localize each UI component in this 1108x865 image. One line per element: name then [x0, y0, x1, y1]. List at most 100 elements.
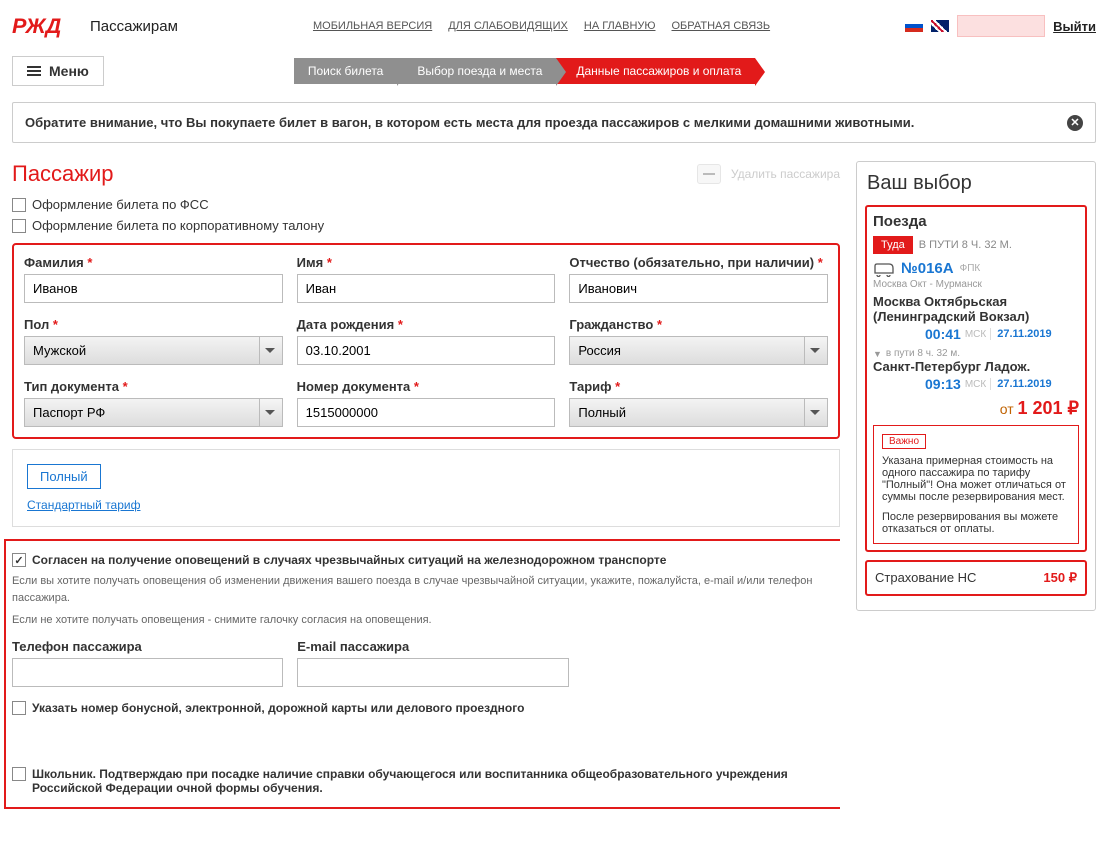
- corporate-checkbox-row[interactable]: Оформление билета по корпоративному тало…: [12, 218, 840, 233]
- breadcrumb-step-1[interactable]: Поиск билета: [294, 58, 397, 84]
- from-station: Москва Октябрьская (Ленинградский Вокзал…: [873, 294, 1079, 324]
- middlename-input[interactable]: [569, 274, 828, 303]
- tariff-tab-full[interactable]: Полный: [27, 464, 101, 489]
- price-value: 1 201 ₽: [1018, 398, 1080, 418]
- total-duration: В ПУТИ 8 Ч. 32 М.: [919, 239, 1012, 251]
- standard-tariff-link[interactable]: Стандартный тариф: [27, 498, 140, 512]
- doctype-select[interactable]: Паспорт РФ: [24, 398, 283, 427]
- bonus-checkbox-row[interactable]: Указать номер бонусной, электронной, дор…: [12, 701, 834, 715]
- arrow-down-icon: ▼: [873, 349, 882, 359]
- phone-label: Телефон пассажира: [12, 639, 283, 654]
- warn-text-1: Указана примерная стоимость на одного па…: [882, 455, 1070, 503]
- link-feedback[interactable]: ОБРАТНАЯ СВЯЗЬ: [672, 20, 771, 32]
- user-box[interactable]: [957, 15, 1045, 37]
- dob-label: Дата рождения: [297, 317, 395, 332]
- citizenship-select[interactable]: Россия: [569, 336, 828, 365]
- delete-passenger-link: Удалить пассажира: [731, 167, 840, 181]
- brand-subtitle: Пассажирам: [90, 18, 178, 35]
- train-icon: [873, 261, 895, 277]
- passenger-heading: Пассажир: [12, 161, 114, 187]
- consent-hint-2: Если не хотите получать оповещения - сни…: [12, 612, 834, 629]
- train-number[interactable]: №016А: [901, 260, 954, 277]
- notice-text: Обратите внимание, что Вы покупаете биле…: [25, 115, 914, 130]
- tz-1: МСК: [965, 329, 986, 340]
- warn-badge: Важно: [882, 434, 926, 449]
- route-text: Москва Окт - Мурманск: [873, 279, 1079, 290]
- lastname-label: Фамилия: [24, 255, 84, 270]
- arrive-date: 27.11.2019: [990, 378, 1051, 390]
- middlename-label: Отчество (обязательно, при наличии): [569, 255, 814, 270]
- collapse-button[interactable]: [697, 164, 721, 184]
- insurance-price: 150 ₽: [1043, 570, 1077, 586]
- bonus-label: Указать номер бонусной, электронной, дор…: [32, 701, 524, 715]
- hamburger-icon: [27, 64, 41, 78]
- leg-duration: в пути 8 ч. 32 м.: [886, 348, 960, 359]
- info-notice: Обратите внимание, что Вы покупаете биле…: [12, 102, 1096, 143]
- to-station: Санкт-Петербург Ладож.: [873, 359, 1079, 374]
- direction-badge: Туда: [873, 236, 913, 254]
- passenger-form-highlight: Фамилия * Имя * Отчество (обязательно, п…: [12, 243, 840, 439]
- rzd-logo-icon: РЖД: [12, 8, 84, 44]
- fss-label: Оформление билета по ФСС: [32, 197, 209, 212]
- your-choice-title: Ваш выбор: [867, 172, 1085, 195]
- fss-checkbox[interactable]: [12, 198, 26, 212]
- breadcrumb-step-3: Данные пассажиров и оплата: [556, 58, 755, 84]
- link-home[interactable]: НА ГЛАВНУЮ: [584, 20, 656, 32]
- svg-text:РЖД: РЖД: [12, 13, 62, 38]
- email-input[interactable]: [297, 658, 568, 687]
- insurance-highlight[interactable]: Страхование НС 150 ₽: [865, 560, 1087, 596]
- tariff-info-box: Полный Стандартный тариф: [12, 449, 840, 527]
- gender-label: Пол: [24, 317, 49, 332]
- train-block-highlight: Поезда Туда В ПУТИ 8 Ч. 32 М. №016А ФПК …: [865, 205, 1087, 552]
- top-bar: РЖД Пассажирам МОБИЛЬНАЯ ВЕРСИЯ ДЛЯ СЛАБ…: [0, 0, 1108, 52]
- brand-logo[interactable]: РЖД Пассажирам: [12, 8, 178, 44]
- firstname-input[interactable]: [297, 274, 556, 303]
- link-mobile[interactable]: МОБИЛЬНАЯ ВЕРСИЯ: [313, 20, 432, 32]
- trains-heading: Поезда: [873, 213, 1079, 230]
- price-warning-box: Важно Указана примерная стоимость на одн…: [873, 425, 1079, 544]
- doctype-label: Тип документа: [24, 379, 119, 394]
- school-checkbox[interactable]: [12, 767, 26, 781]
- lang-en-icon[interactable]: [931, 20, 949, 32]
- corporate-checkbox[interactable]: [12, 219, 26, 233]
- citizenship-label: Гражданство: [569, 317, 653, 332]
- bonus-checkbox[interactable]: [12, 701, 26, 715]
- menu-button[interactable]: Меню: [12, 56, 104, 86]
- lastname-input[interactable]: [24, 274, 283, 303]
- school-label: Школьник. Подтверждаю при посадке наличи…: [32, 767, 834, 795]
- depart-date: 27.11.2019: [990, 328, 1051, 340]
- breadcrumb-step-2[interactable]: Выбор поезда и места: [397, 58, 556, 84]
- consent-highlight: ✓ Согласен на получение оповещений в слу…: [4, 539, 840, 809]
- email-label: E-mail пассажира: [297, 639, 568, 654]
- tariff-select[interactable]: Полный: [569, 398, 828, 427]
- arrive-time: 09:13: [925, 376, 961, 392]
- corporate-label: Оформление билета по корпоративному тало…: [32, 218, 324, 233]
- consent-label: Согласен на получение оповещений в случа…: [32, 553, 666, 567]
- insurance-label: Страхование НС: [875, 570, 976, 586]
- warn-text-2: После резервирования вы можете отказатьс…: [882, 511, 1070, 535]
- top-links: МОБИЛЬНАЯ ВЕРСИЯ ДЛЯ СЛАБОВИДЯЩИХ НА ГЛА…: [313, 20, 770, 32]
- tz-2: МСК: [965, 379, 986, 390]
- link-accessibility[interactable]: ДЛЯ СЛАБОВИДЯЩИХ: [448, 20, 568, 32]
- depart-time: 00:41: [925, 326, 961, 342]
- dob-input[interactable]: [297, 336, 556, 365]
- fss-checkbox-row[interactable]: Оформление билета по ФСС: [12, 197, 840, 212]
- consent-checkbox-row[interactable]: ✓ Согласен на получение оповещений в слу…: [12, 553, 834, 567]
- school-checkbox-row[interactable]: Школьник. Подтверждаю при посадке наличи…: [12, 767, 834, 795]
- firstname-label: Имя: [297, 255, 324, 270]
- docnum-input[interactable]: [297, 398, 556, 427]
- phone-input[interactable]: [12, 658, 283, 687]
- carrier-label: ФПК: [960, 263, 981, 274]
- gender-select[interactable]: Мужской: [24, 336, 283, 365]
- price-from-label: от: [1000, 401, 1014, 417]
- lang-ru-icon[interactable]: [905, 20, 923, 32]
- consent-hint-1: Если вы хотите получать оповещения об из…: [12, 573, 834, 606]
- docnum-label: Номер документа: [297, 379, 411, 394]
- notice-close-icon[interactable]: ✕: [1067, 115, 1083, 131]
- tariff-label: Тариф: [569, 379, 611, 394]
- your-choice-panel: Ваш выбор Поезда Туда В ПУТИ 8 Ч. 32 М. …: [856, 161, 1096, 611]
- consent-checkbox[interactable]: ✓: [12, 553, 26, 567]
- logout-link[interactable]: Выйти: [1053, 19, 1096, 34]
- menu-label: Меню: [49, 63, 89, 79]
- breadcrumb: Поиск билета Выбор поезда и места Данные…: [294, 58, 755, 84]
